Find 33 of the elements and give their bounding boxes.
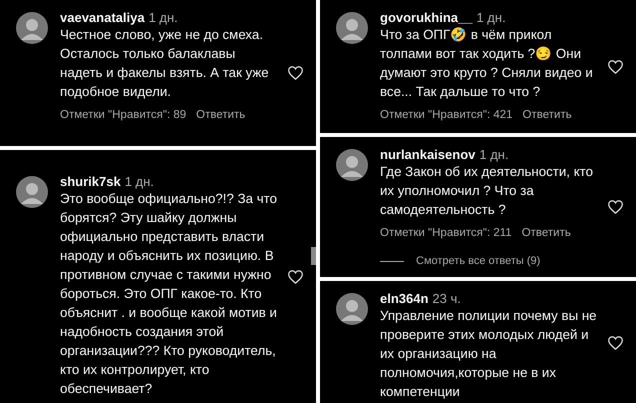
comment-text: Честное слово, уже не до смеха. Осталось только балаклавы надеть и факелы взять. А так уже подобное видели. <box>60 26 270 101</box>
username-link[interactable]: govorukhina__ <box>380 10 472 25</box>
likes-count[interactable]: Отметки "Нравится": 211 <box>380 227 512 239</box>
likes-count[interactable]: Отметки "Нравится": 421 <box>380 109 513 121</box>
avatar-icon[interactable] <box>16 12 48 44</box>
comment-time: 1 дн. <box>124 174 154 189</box>
reply-link[interactable]: Ответить <box>522 227 571 239</box>
username-link[interactable]: eln364n <box>380 291 428 306</box>
heart-icon[interactable] <box>607 59 624 74</box>
comment-time: 1 дн. <box>148 10 178 25</box>
heart-icon[interactable] <box>287 269 304 284</box>
avatar-icon[interactable] <box>336 12 368 44</box>
comment-time: 1 дн. <box>476 10 506 25</box>
avatar-icon[interactable] <box>336 149 368 181</box>
avatar-icon[interactable] <box>336 293 368 325</box>
avatar-icon[interactable] <box>16 176 48 208</box>
comment-text: Что за ОПГ🤣 в чём прикол толпами вот так ходить ?😏 Они думают это круто ? Сняли видео и все... Так дальше то что ? <box>380 26 594 101</box>
heart-icon[interactable] <box>607 336 624 350</box>
heart-icon[interactable] <box>607 200 624 214</box>
reply-link[interactable]: Ответить <box>522 109 572 121</box>
comment-text: Это вообще официально?!? За что борятся? Эту шайку должны официально представить власти народу и объяснить их позицию. В противном случае с такими нужно бороться. Это ОПГ какое-то. Кто объяснит . и вообще какой мотив и надобность создания этой организации??? Кто руководитель, кто их контролирует, кто обеспечивает? <box>60 190 278 398</box>
username-link[interactable]: shurik7sk <box>60 174 121 189</box>
likes-count[interactable]: Отметки "Нравится": 89 <box>60 109 186 121</box>
comment-time: 23 ч. <box>432 291 461 306</box>
heart-icon[interactable] <box>287 66 304 80</box>
scrollbar-thumb[interactable] <box>311 247 316 265</box>
comment-text: Где Закон об их деятельности, кто их уполномочил ? Что за самодеятельность ? <box>380 163 594 219</box>
comment-text: Управление полиции почему вы не проверите этих молодых людей и их организацию на полномочия,которые не в их компетенции <box>380 307 598 401</box>
username-link[interactable]: nurlankaisenov <box>380 147 476 162</box>
reply-link[interactable]: Ответить <box>196 109 246 121</box>
username-link[interactable]: vaevanataliya <box>60 10 145 25</box>
comment-time: 1 дн. <box>479 147 509 162</box>
view-replies-link[interactable]: Смотреть все ответы (9) <box>416 255 540 267</box>
